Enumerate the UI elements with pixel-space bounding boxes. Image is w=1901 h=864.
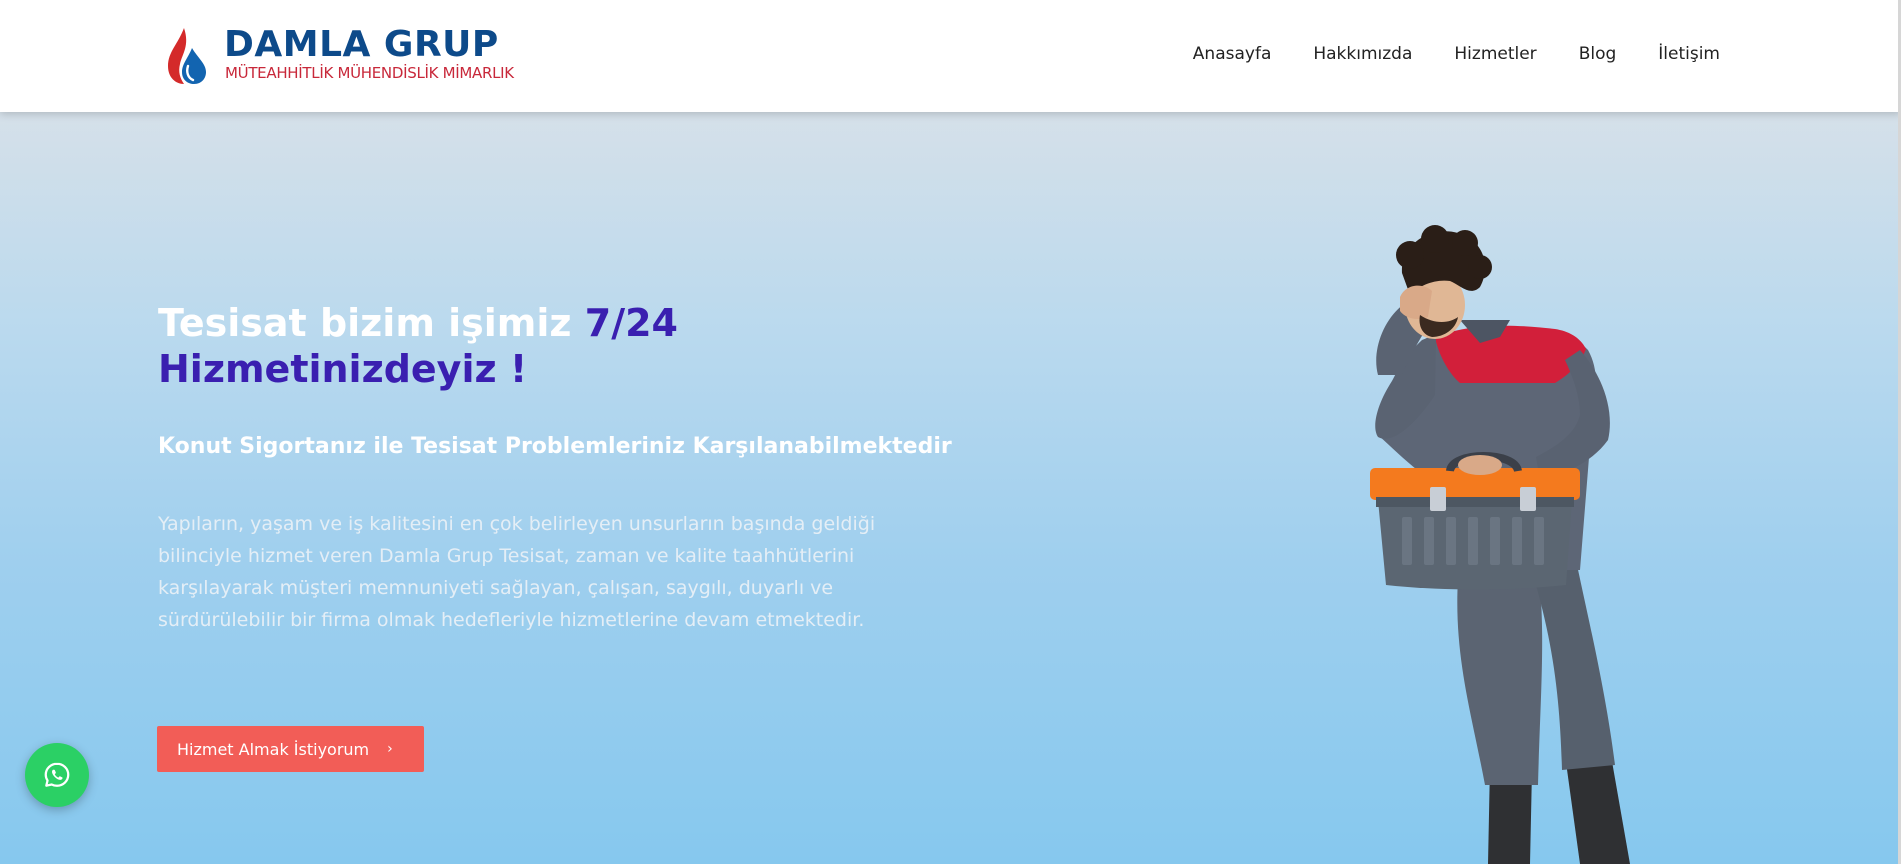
hero-title-white: Tesisat bizim işimiz: [158, 301, 585, 345]
hero-subtitle: Konut Sigortanız ile Tesisat Problemleri…: [158, 434, 952, 459]
hero-title-accent-247: 7/24: [584, 301, 678, 345]
hero-title: Tesisat bizim işimiz 7/24 Hizmetinizdeyiz…: [158, 300, 858, 392]
nav-item-iletisim[interactable]: İletişim: [1658, 44, 1720, 64]
whatsapp-icon: [44, 762, 70, 787]
hizmet-almak-button[interactable]: Hizmet Almak İstiyorum ›: [157, 726, 424, 772]
plumber-worker-image: [1370, 225, 1630, 864]
logo-subtitle: MÜTEAHHİTLİK MÜHENDİSLİK MİMARLIK: [225, 64, 514, 82]
logo-name: DAMLA GRUP: [224, 24, 499, 65]
site-header: DAMLA GRUP MÜTEAHHİTLİK MÜHENDİSLİK MİMA…: [0, 0, 1901, 112]
site-logo[interactable]: DAMLA GRUP MÜTEAHHİTLİK MÜHENDİSLİK MİMA…: [162, 24, 514, 88]
nav-item-anasayfa[interactable]: Anasayfa: [1193, 44, 1272, 64]
hero-description: Yapıların, yaşam ve iş kalitesini en çok…: [158, 513, 876, 631]
page: DAMLA GRUP MÜTEAHHİTLİK MÜHENDİSLİK MİMA…: [0, 0, 1901, 864]
cta-label: Hizmet Almak İstiyorum: [177, 739, 370, 759]
drop-logo-icon: [168, 28, 206, 84]
nav-item-blog[interactable]: Blog: [1579, 44, 1617, 64]
main-nav: Anasayfa Hakkımızda Hizmetler Blog İleti…: [1193, 44, 1720, 64]
whatsapp-button[interactable]: [25, 743, 89, 807]
chevron-right-icon: ›: [387, 741, 393, 757]
nav-item-hizmetler[interactable]: Hizmetler: [1454, 44, 1536, 64]
nav-item-hakkimizda[interactable]: Hakkımızda: [1313, 44, 1412, 64]
hero-title-accent-hizmet: Hizmetinizdeyiz !: [158, 347, 528, 391]
